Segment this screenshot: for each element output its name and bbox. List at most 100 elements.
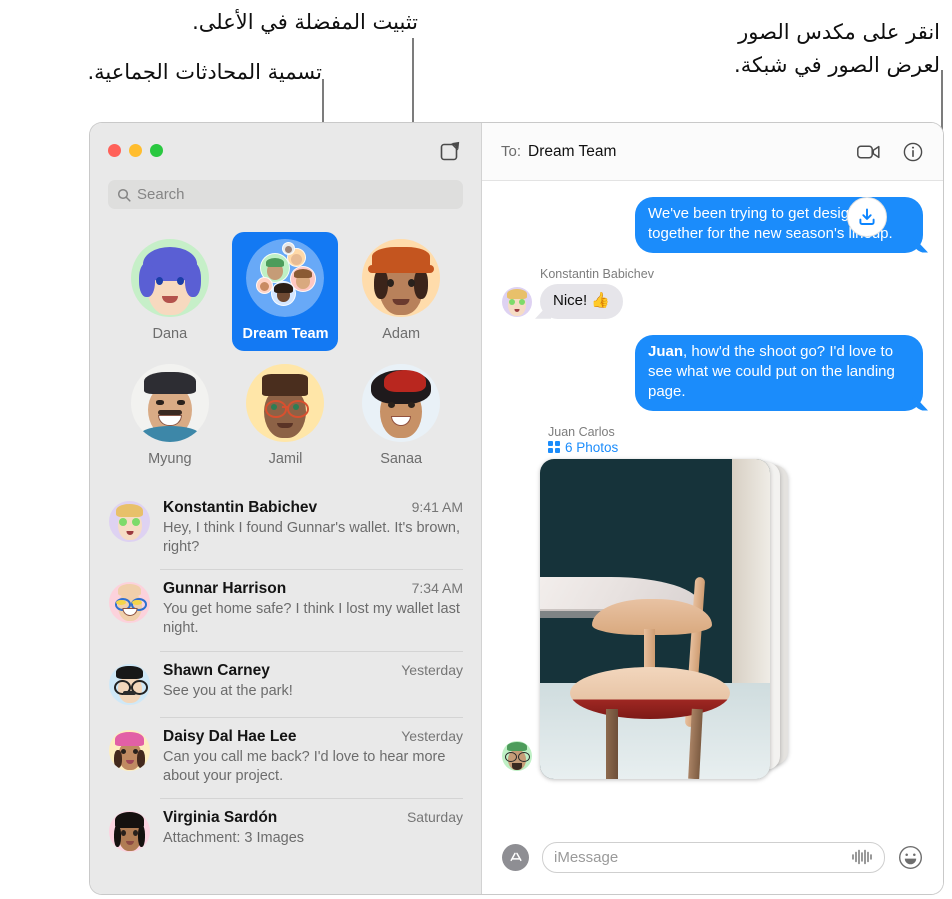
sidebar-titlebar xyxy=(90,123,481,180)
avatar xyxy=(109,810,150,852)
pinned-item-dream-team[interactable]: Dream Team xyxy=(232,232,339,351)
pinned-item-dana[interactable]: Dana xyxy=(117,232,223,351)
pinned-item-label: Adam xyxy=(382,326,421,342)
window-controls xyxy=(108,144,163,157)
message-text: , how'd the shoot go? I'd love to see wh… xyxy=(648,342,895,401)
photo-stack[interactable] xyxy=(540,458,790,779)
pinned-item-label: Myung xyxy=(148,451,192,467)
conversation-name: Virginia Sardón xyxy=(163,808,278,826)
grid-icon xyxy=(548,441,560,453)
conversation-preview: You get home safe? I think I lost my wal… xyxy=(163,601,460,637)
compose-bar: iMessage xyxy=(482,826,943,894)
compose-new-message-button[interactable] xyxy=(437,138,463,164)
conversation-row-virginia-sardon[interactable]: Virginia Sardón Saturday Attachment: 3 I… xyxy=(90,797,481,864)
conversation-info-button[interactable] xyxy=(903,142,923,162)
conversation-row-gunnar-harrison[interactable]: Gunnar Harrison 7:34 AM You get home saf… xyxy=(90,569,481,650)
avatar xyxy=(362,239,441,317)
conversation-name: Gunnar Harrison xyxy=(163,580,287,598)
photo-count-row[interactable]: 6 Photos xyxy=(548,440,923,455)
search-container: Search xyxy=(90,180,481,220)
conversation-row-konstantin-babichev[interactable]: Konstantin Babichev 9:41 AM Hey, I think… xyxy=(90,488,481,569)
message-bubble[interactable]: Nice! 👍 xyxy=(540,283,624,319)
conversation-row-daisy-dal-hae-lee[interactable]: Daisy Dal Hae Lee Yesterday Can you call… xyxy=(90,716,481,798)
conversation-time: 9:41 AM xyxy=(411,499,463,515)
message-bubble[interactable]: Juan, how'd the shoot go? I'd love to se… xyxy=(635,334,923,411)
mention-juan: Juan xyxy=(648,342,684,360)
avatar xyxy=(109,582,150,624)
conversation-time: Saturday xyxy=(406,808,463,825)
video-camera-icon xyxy=(857,145,880,158)
annotation-name-group-conversations: تسمية المحادثات الجماعية. xyxy=(87,60,323,84)
conversation-list[interactable]: Konstantin Babichev 9:41 AM Hey, I think… xyxy=(90,488,481,894)
search-input[interactable]: Search xyxy=(108,180,463,209)
compose-icon xyxy=(440,141,460,161)
group-avatar xyxy=(246,239,325,317)
avatar xyxy=(502,740,532,771)
download-attachment-button[interactable] xyxy=(847,197,887,237)
avatar xyxy=(502,286,532,317)
close-window-button[interactable] xyxy=(108,144,121,157)
conversation-preview: Hey, I think I found Gunnar's wallet. It… xyxy=(163,520,461,556)
photo-stack-row xyxy=(502,458,923,779)
audio-waveform-icon xyxy=(852,849,872,865)
messages-area[interactable]: We've been trying to get designs togethe… xyxy=(482,181,943,826)
emoji-picker-button[interactable] xyxy=(898,845,923,870)
conversation-name: Shawn Carney xyxy=(163,661,270,679)
conversation-preview: Can you call me back? I'd love to hear m… xyxy=(163,748,446,784)
pinned-item-label: Dream Team xyxy=(242,326,329,342)
avatar xyxy=(246,364,325,442)
annotation-pin-favorites: تثبيت المفضلة في الأعلى. xyxy=(192,10,418,34)
recipient-name[interactable]: Dream Team xyxy=(528,143,616,161)
photo-attachment: Juan Carlos 6 Photos xyxy=(502,197,923,779)
minimize-window-button[interactable] xyxy=(129,144,142,157)
pinned-item-label: Dana xyxy=(152,326,188,342)
conversation-row-shawn-carney[interactable]: Shawn Carney Yesterday See you at the pa… xyxy=(90,650,481,717)
message-row-outgoing-2: Juan, how'd the shoot go? I'd love to se… xyxy=(502,334,923,411)
avatar xyxy=(109,501,150,542)
info-circle-icon xyxy=(903,142,923,161)
avatar xyxy=(362,364,441,442)
facetime-button[interactable] xyxy=(857,144,881,160)
emoji-smiley-icon xyxy=(898,845,923,869)
conversation-header: To: Dream Team xyxy=(482,123,943,181)
sidebar: Search Dana Dream Team Adam Myung Jamil … xyxy=(90,123,482,894)
conversation-name: Daisy Dal Hae Lee xyxy=(163,727,297,745)
audio-message-button[interactable] xyxy=(851,849,873,865)
messages-window: Search Dana Dream Team Adam Myung Jamil … xyxy=(90,123,943,894)
recipient-label: To: xyxy=(501,143,522,160)
avatar xyxy=(130,239,209,317)
conversation-preview: Attachment: 3 Images xyxy=(163,829,305,846)
conversation-preview: See you at the park! xyxy=(163,682,293,699)
download-icon xyxy=(859,208,875,225)
avatar xyxy=(109,729,150,771)
conversation-name: Konstantin Babichev xyxy=(163,499,318,516)
conversation-time: 7:34 AM xyxy=(411,580,463,597)
pinned-item-sanaa[interactable]: Sanaa xyxy=(348,357,454,476)
apps-drawer-button[interactable] xyxy=(502,843,529,871)
photo-image xyxy=(540,458,770,779)
conversation-time: Yesterday xyxy=(401,661,463,678)
photo-attachment-meta: Juan Carlos 6 Photos xyxy=(548,425,923,455)
photo-count-label: 6 Photos xyxy=(565,439,619,455)
pinned-item-adam[interactable]: Adam xyxy=(348,232,454,351)
search-icon xyxy=(117,188,131,202)
imessage-placeholder: iMessage xyxy=(554,848,619,866)
search-placeholder: Search xyxy=(137,186,185,203)
pinned-conversations-grid: Dana Dream Team Adam Myung Jamil Sanaa xyxy=(90,220,481,482)
photo-stack-card-front[interactable] xyxy=(540,458,770,779)
avatar xyxy=(130,364,209,442)
message-sender-name: Konstantin Babichev xyxy=(540,266,654,281)
message-row-incoming-1: Konstantin Babichev Nice! 👍 xyxy=(502,267,923,319)
photo-sender-name: Juan Carlos xyxy=(548,424,615,439)
pinned-item-label: Jamil xyxy=(268,451,303,467)
conversation-time: Yesterday xyxy=(401,727,463,744)
avatar xyxy=(109,663,150,705)
pinned-item-jamil[interactable]: Jamil xyxy=(232,357,338,476)
pinned-item-label: Sanaa xyxy=(380,451,423,467)
maximize-window-button[interactable] xyxy=(150,144,163,157)
app-store-icon xyxy=(509,852,522,862)
conversation-pane: To: Dream Team We've been trying to get … xyxy=(482,123,943,894)
pinned-item-myung[interactable]: Myung xyxy=(117,357,223,476)
imessage-input[interactable]: iMessage xyxy=(542,841,885,873)
annotation-tap-photo-stack: انقر على مكدس الصور لعرض الصور في شبكة. xyxy=(734,20,940,77)
